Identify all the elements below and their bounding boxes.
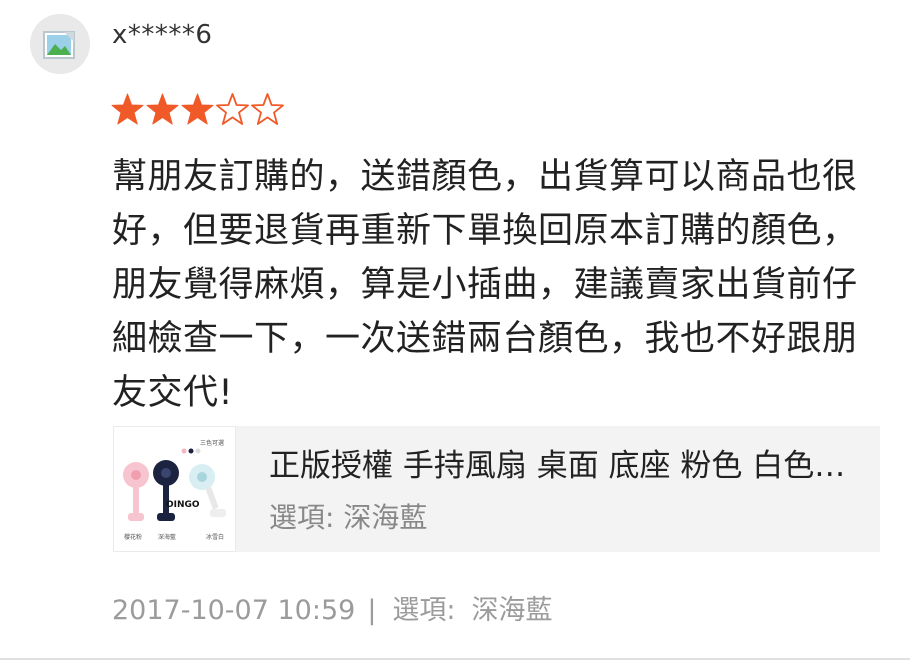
star-filled-icon — [110, 92, 145, 127]
thumbnail-brand: OINGO — [166, 500, 200, 510]
reviewer-username: x*****6 — [112, 20, 213, 50]
product-card[interactable]: 三色可選 OINGO 櫻花粉 深海藍 冰雪白 正版授權 手持風扇 桌面 底座 粉 — [113, 426, 880, 552]
star-empty-icon — [215, 92, 250, 127]
meta-option-label: 選項: — [392, 595, 456, 626]
divider — [0, 658, 910, 660]
thumbnail-label-pink: 櫻花粉 — [124, 533, 142, 541]
meta-separator: | — [367, 595, 377, 626]
star-rating — [110, 92, 285, 127]
star-filled-icon — [180, 92, 215, 127]
review-meta: 2017-10-07 10:59 | 選項: 深海藍 — [112, 588, 553, 627]
thumbnail-caption: 三色可選 — [200, 439, 224, 447]
thumbnail-label-navy: 深海藍 — [158, 533, 176, 541]
star-filled-icon — [145, 92, 180, 127]
product-thumbnail[interactable]: 三色可選 OINGO 櫻花粉 深海藍 冰雪白 — [113, 426, 236, 552]
star-empty-icon — [250, 92, 285, 127]
image-placeholder-icon — [30, 14, 90, 74]
review-text: 幫朋友訂購的，送錯顏色，出貨算可以商品也很好，但要退貨再重新下單換回原本訂購的顏… — [112, 157, 858, 413]
product-option: 選項: 深海藍 — [269, 501, 428, 534]
reviewer-avatar[interactable] — [30, 14, 90, 74]
thumbnail-label-white: 冰雪白 — [206, 533, 224, 541]
product-name[interactable]: 正版授權 手持風扇 桌面 底座 粉色 白色 深海藍 — [269, 440, 849, 485]
meta-option-value: 深海藍 — [471, 595, 553, 626]
review-timestamp: 2017-10-07 10:59 — [112, 595, 356, 626]
